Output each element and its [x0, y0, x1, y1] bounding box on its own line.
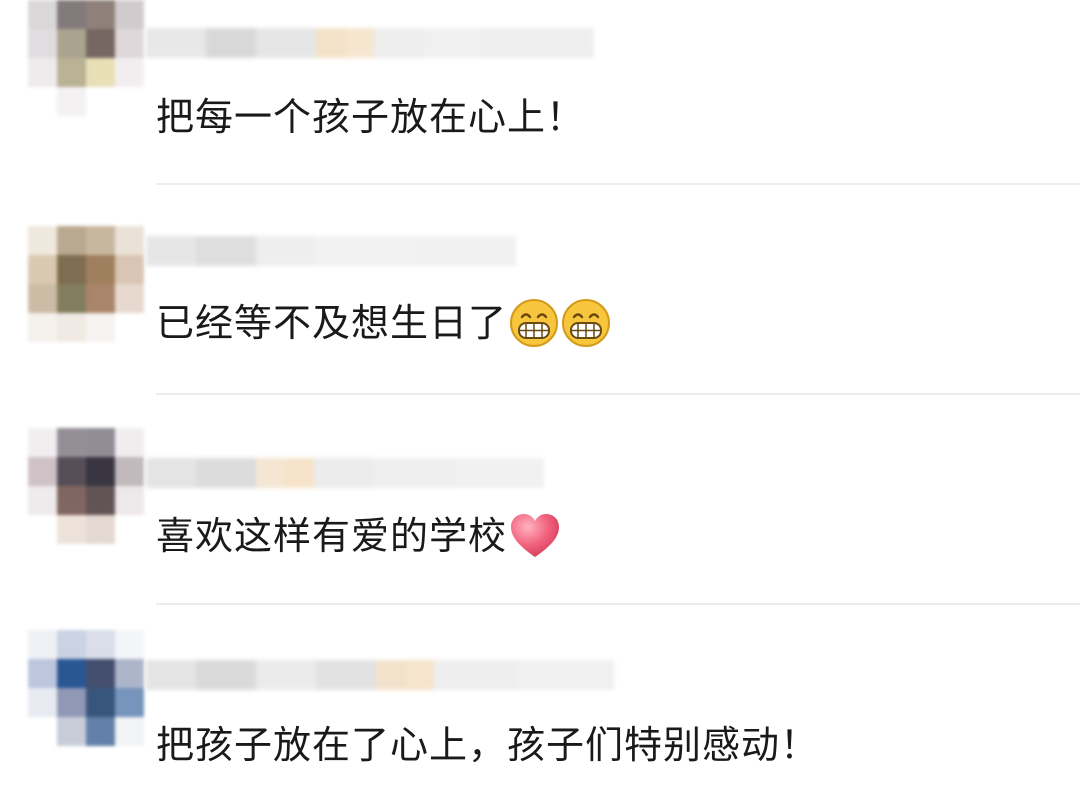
comment-text: 把孩子放在了心上，孩子们特别感动！: [156, 722, 819, 768]
avatar[interactable]: [28, 630, 144, 746]
author-name-redacted[interactable]: [146, 236, 516, 266]
divider: [156, 603, 1080, 605]
comment-text: 喜欢这样有爱的学校: [156, 512, 561, 560]
author-name-redacted[interactable]: [146, 458, 544, 488]
grin-emoji-icon: [562, 299, 611, 347]
comment-item: 把孩子放在了心上，孩子们特别感动！: [0, 0, 1080, 767]
heart-emoji-icon: [511, 514, 560, 557]
comment-text-content: 喜欢这样有爱的学校: [156, 514, 508, 558]
author-name-redacted[interactable]: [146, 660, 614, 690]
grin-emoji-icon: [510, 299, 559, 347]
comment-text: 已经等不及想生日了: [156, 298, 611, 348]
divider: [156, 393, 1080, 395]
avatar[interactable]: [28, 428, 144, 544]
comment-text-content: 把孩子放在了心上，孩子们特别感动！: [156, 723, 820, 767]
comment-text-content: 已经等不及想生日了: [156, 301, 508, 345]
avatar[interactable]: [28, 226, 144, 342]
